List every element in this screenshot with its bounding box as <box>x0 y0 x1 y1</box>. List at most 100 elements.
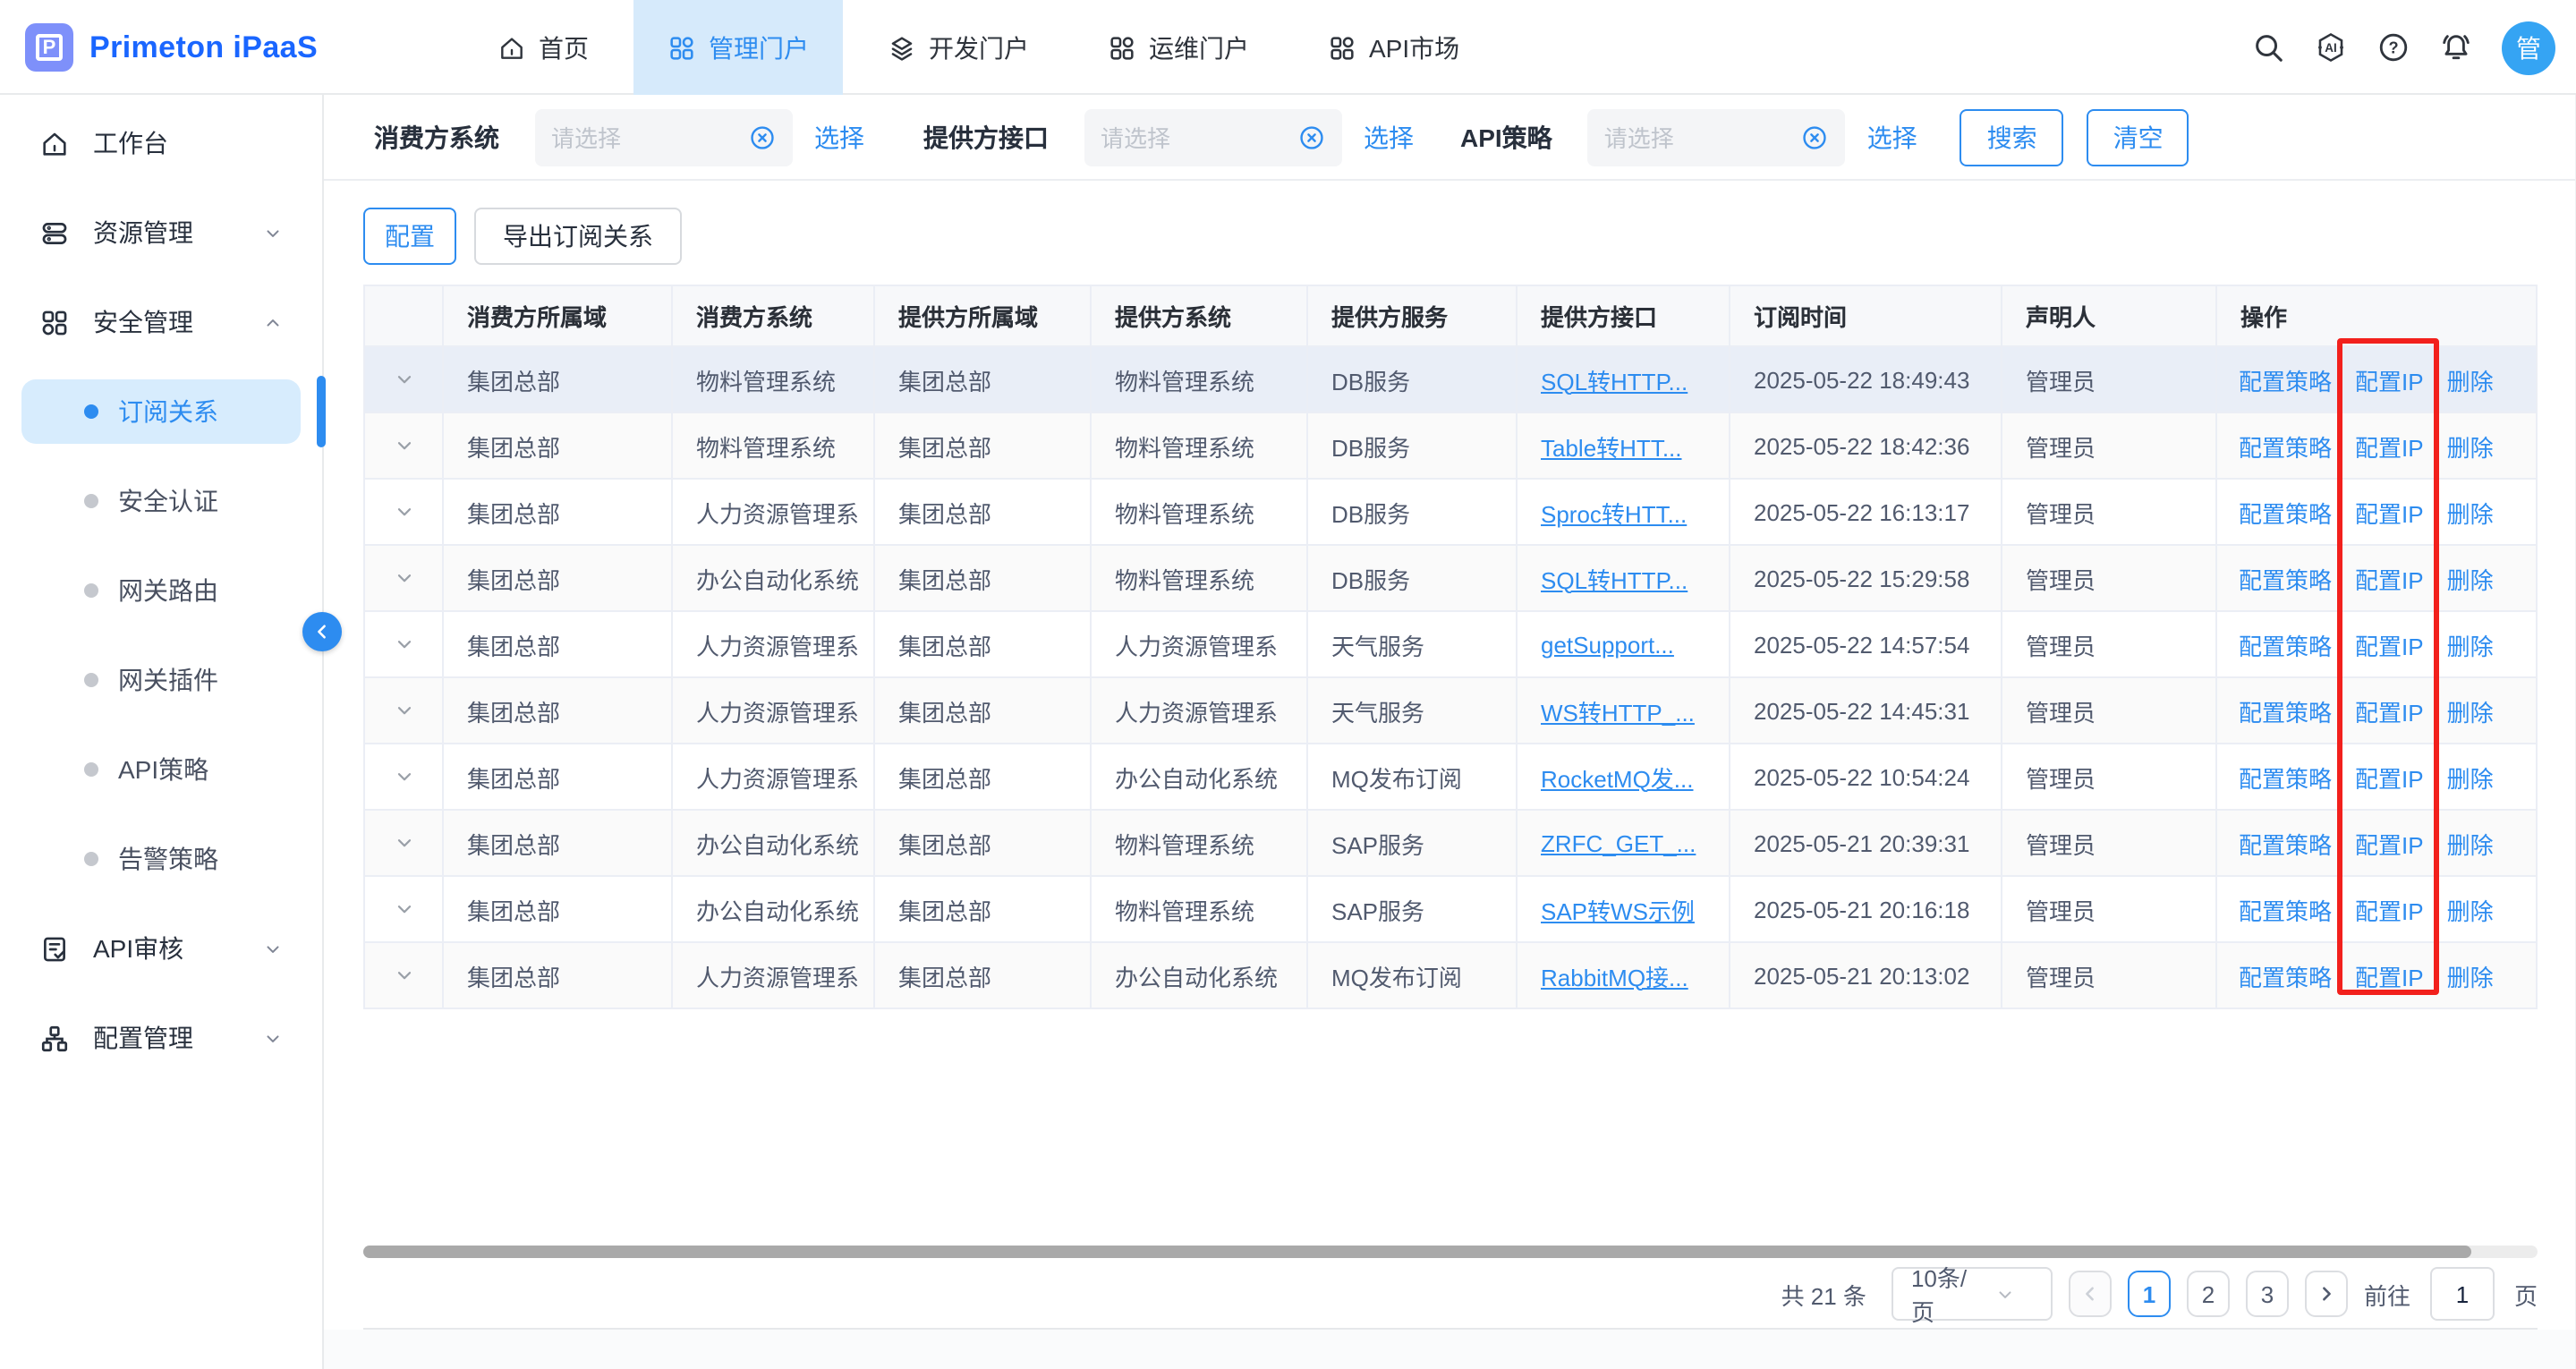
sidebar-subitem-网关路由[interactable]: 网关路由 <box>21 558 301 623</box>
horizontal-scrollbar-thumb[interactable] <box>363 1246 2471 1258</box>
top-nav-item-管理门户[interactable]: 管理门户 <box>633 0 843 95</box>
filter-choose-link[interactable]: 选择 <box>814 119 864 155</box>
row-expand-cell[interactable] <box>365 678 444 743</box>
top-nav-item-首页[interactable]: 首页 <box>463 0 623 95</box>
config-policy-link[interactable]: 配置策略 <box>2239 495 2332 529</box>
sidebar-subitem-安全认证[interactable]: 安全认证 <box>21 469 301 533</box>
delete-link[interactable]: 删除 <box>2447 429 2494 463</box>
search-button[interactable]: 搜索 <box>1960 108 2064 166</box>
bell-icon[interactable] <box>2439 30 2473 64</box>
config-policy-link[interactable]: 配置策略 <box>2239 561 2332 595</box>
page-button-3[interactable]: 3 <box>2246 1271 2289 1317</box>
cell-time: 2025-05-22 14:45:31 <box>1730 678 2002 743</box>
provider-api-link[interactable]: SQL转HTTP... <box>1541 362 1688 396</box>
row-expand-cell[interactable] <box>365 546 444 610</box>
row-expand-cell[interactable] <box>365 943 444 1008</box>
config-button[interactable]: 配置 <box>363 208 456 265</box>
sidebar-item-配置管理[interactable]: 配置管理 <box>21 1006 301 1070</box>
toolbar: 配置 导出订阅关系 <box>363 208 682 265</box>
ai-assistant-icon[interactable]: AI <box>2314 30 2348 64</box>
brand-logo-icon: P <box>25 23 73 72</box>
config-policy-link[interactable]: 配置策略 <box>2239 958 2332 992</box>
config-ip-link[interactable]: 配置IP <box>2355 429 2424 463</box>
provider-api-link[interactable]: Sproc转HTT... <box>1541 495 1687 529</box>
goto-page-input[interactable]: 1 <box>2430 1267 2495 1321</box>
search-icon[interactable] <box>2251 30 2285 64</box>
top-nav-item-API市场[interactable]: API市场 <box>1294 0 1493 95</box>
config-ip-link[interactable]: 配置IP <box>2355 693 2424 727</box>
sidebar-item-API审核[interactable]: API审核 <box>21 916 301 981</box>
sidebar-subitem-告警策略[interactable]: 告警策略 <box>21 827 301 891</box>
config-ip-link[interactable]: 配置IP <box>2355 760 2424 794</box>
top-nav-item-开发门户[interactable]: 开发门户 <box>854 0 1063 95</box>
delete-link[interactable]: 删除 <box>2447 958 2494 992</box>
sidebar-collapse-button[interactable] <box>302 612 342 651</box>
config-ip-link[interactable]: 配置IP <box>2355 362 2424 396</box>
row-expand-cell[interactable] <box>365 480 444 544</box>
sidebar-subitem-网关插件[interactable]: 网关插件 <box>21 648 301 712</box>
provider-api-link[interactable]: RabbitMQ接... <box>1541 958 1688 992</box>
delete-link[interactable]: 删除 <box>2447 760 2494 794</box>
sidebar-item-安全管理[interactable]: 安全管理 <box>21 290 301 354</box>
sidebar-item-工作台[interactable]: 工作台 <box>21 111 301 175</box>
config-policy-link[interactable]: 配置策略 <box>2239 693 2332 727</box>
sidebar-subitem-订阅关系[interactable]: 订阅关系 <box>21 379 301 444</box>
row-expand-cell[interactable] <box>365 413 444 478</box>
provider-api-link[interactable]: getSupport... <box>1541 631 1674 658</box>
config-policy-link[interactable]: 配置策略 <box>2239 627 2332 661</box>
config-ip-link[interactable]: 配置IP <box>2355 561 2424 595</box>
sidebar-item-资源管理[interactable]: 资源管理 <box>21 200 301 265</box>
sidebar-subitem-API策略[interactable]: API策略 <box>21 737 301 802</box>
config-policy-link[interactable]: 配置策略 <box>2239 760 2332 794</box>
config-ip-link[interactable]: 配置IP <box>2355 627 2424 661</box>
delete-link[interactable]: 删除 <box>2447 627 2494 661</box>
delete-link[interactable]: 删除 <box>2447 826 2494 860</box>
provider-api-link[interactable]: ZRFC_GET_... <box>1541 829 1696 856</box>
delete-link[interactable]: 删除 <box>2447 561 2494 595</box>
row-expand-cell[interactable] <box>365 612 444 676</box>
provider-api-link[interactable]: Table转HTT... <box>1541 429 1682 463</box>
config-policy-link[interactable]: 配置策略 <box>2239 429 2332 463</box>
row-expand-cell[interactable] <box>365 347 444 412</box>
prev-page-button[interactable] <box>2069 1271 2112 1317</box>
export-subscriptions-button[interactable]: 导出订阅关系 <box>474 208 682 265</box>
config-ip-link[interactable]: 配置IP <box>2355 495 2424 529</box>
config-policy-link[interactable]: 配置策略 <box>2239 826 2332 860</box>
next-page-button[interactable] <box>2305 1271 2348 1317</box>
delete-link[interactable]: 删除 <box>2447 362 2494 396</box>
provider-api-link[interactable]: SAP转WS示例 <box>1541 892 1695 926</box>
page-button-1[interactable]: 1 <box>2128 1271 2171 1317</box>
config-ip-link[interactable]: 配置IP <box>2355 826 2424 860</box>
grid-icon <box>667 33 696 62</box>
config-policy-link[interactable]: 配置策略 <box>2239 362 2332 396</box>
page-button-2[interactable]: 2 <box>2187 1271 2230 1317</box>
config-ip-link[interactable]: 配置IP <box>2355 892 2424 926</box>
config-ip-link[interactable]: 配置IP <box>2355 958 2424 992</box>
row-expand-cell[interactable] <box>365 744 444 809</box>
delete-link[interactable]: 删除 <box>2447 693 2494 727</box>
cell-provider_domain: 集团总部 <box>875 811 1092 875</box>
row-expand-cell[interactable] <box>365 877 444 941</box>
help-icon[interactable]: ? <box>2376 30 2410 64</box>
provider-api-link[interactable]: RocketMQ发... <box>1541 760 1694 794</box>
filter-select-API策略[interactable]: 请选择 <box>1588 108 1846 166</box>
provider-api-link[interactable]: WS转HTTP_... <box>1541 693 1695 727</box>
filter-select-提供方接口[interactable]: 请选择 <box>1084 108 1342 166</box>
config-policy-link[interactable]: 配置策略 <box>2239 892 2332 926</box>
cell-provider_api: Table转HTT... <box>1518 413 1730 478</box>
page-size-select[interactable]: 10条/页 <box>1892 1267 2053 1321</box>
filter-select-消费方系统[interactable]: 请选择 <box>535 108 793 166</box>
bullet-dot-icon <box>84 673 98 687</box>
top-nav-item-运维门户[interactable]: 运维门户 <box>1074 0 1283 95</box>
delete-link[interactable]: 删除 <box>2447 495 2494 529</box>
brand-logo[interactable]: P Primeton iPaaS <box>25 0 318 95</box>
app-root: P Primeton iPaaS 首页管理门户开发门户运维门户API市场 AI … <box>0 0 2576 1369</box>
filter-choose-link[interactable]: 选择 <box>1867 119 1917 155</box>
clear-button[interactable]: 清空 <box>2087 108 2189 166</box>
delete-link[interactable]: 删除 <box>2447 892 2494 926</box>
chevron-right-icon <box>2316 1283 2337 1305</box>
provider-api-link[interactable]: SQL转HTTP... <box>1541 561 1688 595</box>
row-expand-cell[interactable] <box>365 811 444 875</box>
filter-choose-link[interactable]: 选择 <box>1364 119 1414 155</box>
avatar[interactable]: 管 <box>2502 21 2555 74</box>
